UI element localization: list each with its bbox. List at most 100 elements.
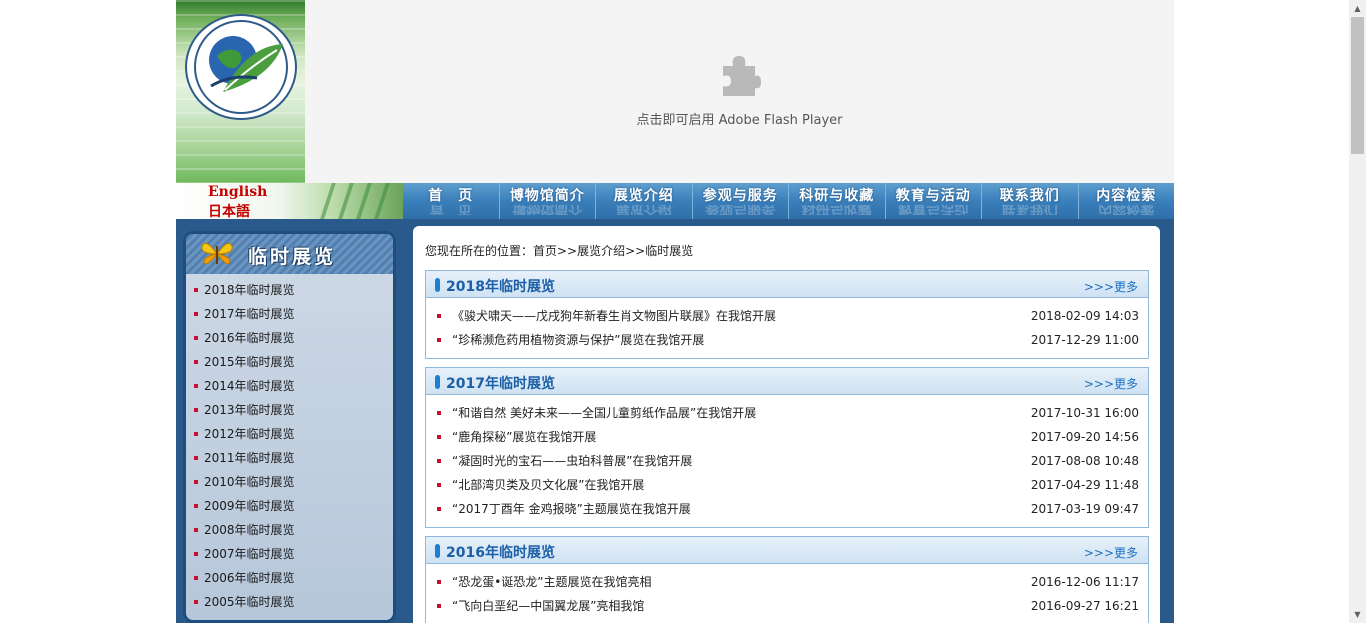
exhibition-list: “和谐自然 美好未来——全国儿童剪纸作品展”在我馆开展 2017-10-31 16… bbox=[426, 395, 1148, 527]
sidebar-item[interactable]: 2012年临时展览 bbox=[194, 422, 295, 446]
nav-item-label: 展览介绍 bbox=[613, 188, 674, 204]
nav-item-reflection: 联系我们 bbox=[1001, 205, 1058, 215]
language-link-japanese[interactable]: 日本語 bbox=[208, 201, 250, 221]
breadcrumb: 您现在所在的位置：首页>>展览介绍>>临时展览 bbox=[425, 244, 694, 258]
exhibition-link[interactable]: “北部湾贝类及贝文化展”在我馆开展 bbox=[452, 478, 644, 492]
exhibition-link[interactable]: “恐龙蛋•诞恐龙”主题展览在我馆亮相 bbox=[452, 575, 652, 589]
nav-item-contact[interactable]: 联系我们 联系我们 bbox=[982, 183, 1079, 219]
nav-item-label: 首 页 bbox=[428, 188, 474, 204]
main-frame: 您现在所在的位置：首页>>展览介绍>>临时展览 2018年临时展览 >>>更多 《骏… bbox=[403, 219, 1174, 623]
exhibition-link[interactable]: 《骏犬啸天——戊戌狗年新春生肖文物图片联展》在我馆开展 bbox=[452, 309, 776, 323]
exhibition-item: “和谐自然 美好未来——全国儿童剪纸作品展”在我馆开展 2017-10-31 16… bbox=[426, 401, 1148, 425]
site-container: 点击即可启用 Adobe Flash Player English 日本語 首 … bbox=[176, 0, 1174, 623]
nav-item-label: 内容检索 bbox=[1096, 188, 1157, 204]
exhibition-link[interactable]: “鹿角探秘”展览在我馆开展 bbox=[452, 430, 596, 444]
exhibition-section: 2017年临时展览 >>>更多 “和谐自然 美好未来——全国儿童剪纸作品展”在我馆开… bbox=[425, 367, 1149, 528]
sidebar-panel: 临时展览 2018年临时展览 2017年临时展览 2016年临时展览 2015年临时展… bbox=[183, 231, 396, 623]
exhibition-list: “恐龙蛋•诞恐龙”主题展览在我馆亮相 2016-12-06 11:17 “飞向白垩纪… bbox=[426, 564, 1148, 623]
exhibition-item: “2017丁酉年 金鸡报晓”主题展览在我馆开展 2017-03-19 09:47 bbox=[426, 497, 1148, 521]
decorative-leaf bbox=[374, 183, 390, 219]
exhibition-item: “恐龙蛋•诞恐龙”主题展览在我馆亮相 2016-12-06 11:17 bbox=[426, 570, 1148, 594]
sidebar-item[interactable]: 2010年临时展览 bbox=[194, 470, 295, 494]
museum-logo-icon[interactable] bbox=[185, 14, 297, 120]
sidebar-item[interactable]: 2018年临时展览 bbox=[194, 278, 295, 302]
more-link[interactable]: >>>更多 bbox=[1084, 375, 1138, 392]
exhibition-item: “凝固时光的宝石——虫珀科普展”在我馆开展 2017-08-08 10:48 bbox=[426, 449, 1148, 473]
nav-item-visit[interactable]: 参观与服务 参观与服务 bbox=[693, 183, 789, 219]
section-header: 2017年临时展览 >>>更多 bbox=[426, 368, 1148, 395]
section-marker-icon bbox=[435, 544, 440, 558]
exhibition-link[interactable]: “和谐自然 美好未来——全国儿童剪纸作品展”在我馆开展 bbox=[452, 406, 756, 420]
main-navigation: 首 页首 页 博物馆简介 博物馆简介 展览介绍 展览介绍 参观与服务 参观与服务 科研… bbox=[403, 183, 1174, 219]
exhibition-date: 2017-03-19 09:47 bbox=[1030, 502, 1139, 516]
scroll-down-arrow-icon[interactable]: ▼ bbox=[1349, 606, 1366, 623]
sidebar-item[interactable]: 2015年临时展览 bbox=[194, 350, 295, 374]
exhibition-item: 《骏犬啸天——戊戌狗年新春生肖文物图片联展》在我馆开展 2018-02-09 14… bbox=[426, 304, 1148, 328]
exhibition-item: “北部湾贝类及贝文化展”在我馆开展 2017-04-29 11:48 bbox=[426, 473, 1148, 497]
sidebar-frame: 临时展览 2018年临时展览 2017年临时展览 2016年临时展览 2015年临时展… bbox=[176, 219, 403, 623]
exhibition-section: 2018年临时展览 >>>更多《骏犬啸天——戊戌狗年新春生肖文物图片联展》在我馆开… bbox=[425, 270, 1149, 359]
nav-item-reflection: 教育与活动 bbox=[898, 205, 969, 215]
sidebar-item[interactable]: 2016年临时展览 bbox=[194, 326, 295, 350]
sidebar-list: 2018年临时展览 2017年临时展览 2016年临时展览 2015年临时展览 2014… bbox=[194, 278, 295, 614]
nav-item-education[interactable]: 教育与活动 教育与活动 bbox=[886, 183, 982, 219]
sidebar-item[interactable]: 2017年临时展览 bbox=[194, 302, 295, 326]
vertical-scrollbar[interactable]: ▲ ▼ bbox=[1349, 0, 1366, 623]
main-content: 您现在所在的位置：首页>>展览介绍>>临时展览 2018年临时展览 >>>更多 《骏… bbox=[413, 226, 1160, 623]
exhibition-link[interactable]: “2017丁酉年 金鸡报晓”主题展览在我馆开展 bbox=[452, 502, 691, 516]
exhibition-link[interactable]: “凝固时光的宝石——虫珀科普展”在我馆开展 bbox=[452, 454, 692, 468]
nav-item-reflection: 内容检索 bbox=[1098, 205, 1155, 215]
section-title[interactable]: 2017年临时展览 bbox=[446, 373, 555, 393]
sidebar-item[interactable]: 2005年临时展览 bbox=[194, 590, 295, 614]
nav-item-exhibitions[interactable]: 展览介绍 展览介绍 bbox=[596, 183, 693, 219]
more-link[interactable]: >>>更多 bbox=[1084, 544, 1138, 561]
exhibition-link[interactable]: “珍稀濒危药用植物资源与保护”展览在我馆开展 bbox=[452, 333, 704, 347]
exhibition-item: “珍稀濒危药用植物资源与保护”展览在我馆开展 2017-12-29 11:00 bbox=[426, 328, 1148, 352]
plugin-icon[interactable] bbox=[717, 52, 761, 96]
section-title[interactable]: 2016年临时展览 bbox=[446, 542, 555, 562]
nav-item-label: 教育与活动 bbox=[895, 188, 971, 204]
scroll-thumb[interactable] bbox=[1351, 17, 1364, 154]
sidebar-item[interactable]: 2006年临时展览 bbox=[194, 566, 295, 590]
exhibition-date: 2017-04-29 11:48 bbox=[1030, 478, 1139, 492]
exhibition-item: “飞向白垩纪—中国翼龙展”亮相我馆 2016-09-27 16:21 bbox=[426, 594, 1148, 618]
sidebar-item[interactable]: 2011年临时展览 bbox=[194, 446, 295, 470]
butterfly-icon bbox=[200, 238, 234, 270]
page: 点击即可启用 Adobe Flash Player English 日本語 首 … bbox=[0, 0, 1366, 623]
sidebar-item[interactable]: 2008年临时展览 bbox=[194, 518, 295, 542]
sidebar-item[interactable]: 2009年临时展览 bbox=[194, 494, 295, 518]
exhibition-date: 2016-12-06 11:17 bbox=[1030, 575, 1139, 589]
sidebar-item[interactable]: 2007年临时展览 bbox=[194, 542, 295, 566]
section-marker-icon bbox=[435, 278, 440, 292]
nav-item-research[interactable]: 科研与收藏 科研与收藏 bbox=[789, 183, 886, 219]
nav-item-home[interactable]: 首 页首 页 bbox=[403, 183, 500, 219]
language-link-english[interactable]: English bbox=[208, 184, 267, 200]
exhibition-date: 2017-12-29 11:00 bbox=[1030, 333, 1139, 347]
exhibition-item: “鹿角探秘”展览在我馆开展 2017-09-20 14:56 bbox=[426, 425, 1148, 449]
logo-panel[interactable] bbox=[176, 0, 305, 183]
nav-item-label: 联系我们 bbox=[999, 188, 1060, 204]
decorative-leaf bbox=[320, 183, 336, 219]
nav-item-search[interactable]: 内容检索 内容检索 bbox=[1079, 183, 1175, 219]
sidebar-item[interactable]: 2013年临时展览 bbox=[194, 398, 295, 422]
exhibition-date: 2018-02-09 14:03 bbox=[1030, 309, 1139, 323]
nav-item-reflection: 参观与服务 bbox=[705, 205, 776, 215]
exhibition-date: 2017-08-08 10:48 bbox=[1030, 454, 1139, 468]
flash-enable-prompt[interactable]: 点击即可启用 Adobe Flash Player bbox=[305, 109, 1174, 128]
sidebar-title: 临时展览 bbox=[248, 246, 337, 268]
flash-player-placeholder[interactable]: 点击即可启用 Adobe Flash Player bbox=[305, 0, 1174, 183]
nav-item-label: 博物馆简介 bbox=[509, 188, 585, 204]
exhibition-link[interactable]: “飞向白垩纪—中国翼龙展”亮相我馆 bbox=[452, 599, 644, 613]
exhibition-list: 《骏犬啸天——戊戌狗年新春生肖文物图片联展》在我馆开展 2018-02-09 14… bbox=[426, 298, 1148, 358]
section-header: 2016年临时展览 >>>更多 bbox=[426, 537, 1148, 564]
scroll-up-arrow-icon[interactable]: ▲ bbox=[1349, 0, 1366, 17]
section-header: 2018年临时展览 >>>更多 bbox=[426, 271, 1148, 298]
section-title[interactable]: 2018年临时展览 bbox=[446, 276, 555, 296]
exhibition-date: 2017-09-20 14:56 bbox=[1030, 430, 1139, 444]
nav-item-about[interactable]: 博物馆简介 博物馆简介 bbox=[500, 183, 596, 219]
nav-item-reflection: 展览介绍 bbox=[615, 205, 672, 215]
sidebar-item[interactable]: 2014年临时展览 bbox=[194, 374, 295, 398]
more-link[interactable]: >>>更多 bbox=[1084, 278, 1138, 295]
section-marker-icon bbox=[435, 375, 440, 389]
nav-item-reflection: 首 页 bbox=[429, 205, 472, 215]
